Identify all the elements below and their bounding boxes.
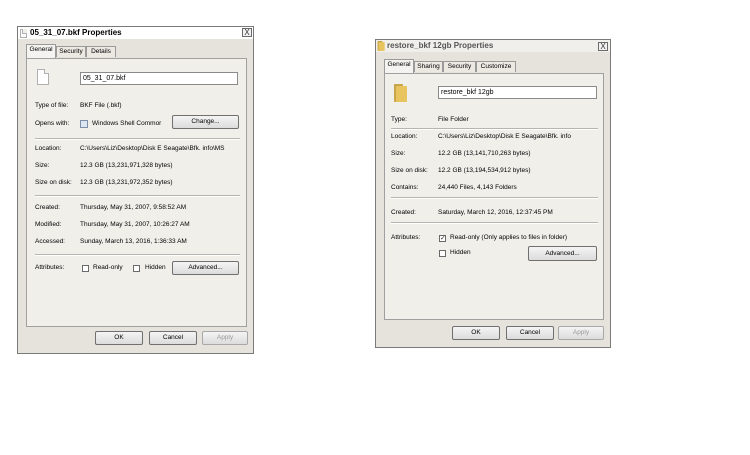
right-window-title: restore_bkf 12gb Properties <box>387 41 494 50</box>
right-tab-strip: General Sharing Security Customize <box>384 59 604 73</box>
left-window-title: 05_31_07.bkf Properties <box>30 28 122 37</box>
apply-button[interactable]: Apply <box>202 331 248 345</box>
title-folder-icon <box>377 41 385 51</box>
accessed-label: Accessed: <box>35 238 65 245</box>
advanced-button[interactable]: Advanced... <box>172 261 239 275</box>
size-on-disk-value: 12.3 GB (13,231,972,352 bytes) <box>80 179 173 186</box>
attributes-label: Attributes: <box>391 234 421 241</box>
foldername-field[interactable]: restore_bkf 12gb <box>438 86 597 99</box>
size-on-disk-label: Size on disk: <box>35 179 72 186</box>
title-file-icon <box>20 29 27 38</box>
readonly-label[interactable]: Read-only <box>93 264 123 271</box>
accessed-value: Sunday, March 13, 2016, 1:36:33 AM <box>80 238 187 245</box>
separator-3 <box>391 222 598 224</box>
separator-1 <box>391 128 598 130</box>
tab-general[interactable]: General <box>384 59 414 73</box>
separator-2 <box>391 197 598 199</box>
right-title-bar[interactable]: restore_bkf 12gb Properties <box>376 40 610 52</box>
ok-button[interactable]: OK <box>95 331 143 345</box>
location-label: Location: <box>35 145 62 152</box>
tab-security[interactable]: Security <box>56 46 86 57</box>
right-properties-dialog: restore_bkf 12gb Properties X General Sh… <box>375 39 611 348</box>
attributes-label: Attributes: <box>35 264 65 271</box>
opens-with-value: Windows Shell Commor <box>92 120 162 127</box>
hidden-label[interactable]: Hidden <box>145 264 166 271</box>
readonly-label[interactable]: Read-only (Only applies to files in fold… <box>450 234 567 241</box>
size-value: 12.2 GB (13,141,710,263 bytes) <box>438 150 531 157</box>
cancel-button[interactable]: Cancel <box>149 331 197 345</box>
advanced-button[interactable]: Advanced... <box>528 246 597 261</box>
separator-1 <box>35 138 240 140</box>
size-on-disk-value: 12.2 GB (13,194,534,912 bytes) <box>438 167 531 174</box>
readonly-checkbox[interactable] <box>82 265 89 272</box>
hidden-checkbox[interactable] <box>439 250 446 257</box>
left-tab-strip: General Security Details <box>26 44 246 58</box>
file-icon <box>37 69 49 85</box>
created-label: Created: <box>391 209 416 216</box>
type-value: BKF File (.bkf) <box>80 102 122 109</box>
created-value: Thursday, May 31, 2007, 9:58:52 AM <box>80 204 187 211</box>
separator-2 <box>35 195 240 197</box>
change-button[interactable]: Change... <box>172 115 239 129</box>
right-close-button[interactable]: X <box>598 42 608 51</box>
apply-button[interactable]: Apply <box>558 326 604 340</box>
tab-customize[interactable]: Customize <box>476 61 516 72</box>
hidden-checkbox[interactable] <box>133 265 140 272</box>
shell-command-icon <box>80 120 88 128</box>
left-properties-dialog: 05_31_07.bkf Properties X General Securi… <box>17 26 254 354</box>
size-on-disk-label: Size on disk: <box>391 167 428 174</box>
contains-value: 24,440 Files, 4,143 Folders <box>438 184 517 191</box>
left-close-button[interactable]: X <box>242 28 252 37</box>
type-value: File Folder <box>438 116 469 123</box>
separator-3 <box>35 254 240 256</box>
cancel-button[interactable]: Cancel <box>506 326 554 340</box>
type-label: Type of file: <box>35 102 69 109</box>
folder-icon <box>393 84 407 102</box>
right-general-panel: restore_bkf 12gb Type: File Folder Locat… <box>384 73 604 320</box>
created-label: Created: <box>35 204 60 211</box>
modified-value: Thursday, May 31, 2007, 10:26:27 AM <box>80 221 190 228</box>
location-value: C:\Users\Liz\Desktop\Disk E Seagate\Bfk.… <box>438 133 571 140</box>
left-title-bar[interactable]: 05_31_07.bkf Properties <box>18 27 253 39</box>
readonly-checkbox[interactable]: ✓ <box>439 235 446 242</box>
location-label: Location: <box>391 133 418 140</box>
opens-with-label: Opens with: <box>35 120 70 127</box>
size-label: Size: <box>391 150 406 157</box>
contains-label: Contains: <box>391 184 419 191</box>
created-value: Saturday, March 12, 2016, 12:37:45 PM <box>438 209 553 216</box>
ok-button[interactable]: OK <box>452 326 500 340</box>
tab-security[interactable]: Security <box>443 61 476 72</box>
modified-label: Modified: <box>35 221 62 228</box>
type-label: Type: <box>391 116 407 123</box>
tab-details[interactable]: Details <box>86 46 116 57</box>
left-general-panel: 05_31_07.bkf Type of file: BKF File (.bk… <box>26 58 247 327</box>
location-value: C:\Users\Liz\Desktop\Disk E Seagate\Bfk.… <box>80 145 225 152</box>
hidden-label[interactable]: Hidden <box>450 249 471 256</box>
tab-general[interactable]: General <box>26 44 56 58</box>
size-value: 12.3 GB (13,231,971,328 bytes) <box>80 162 173 169</box>
size-label: Size: <box>35 162 50 169</box>
filename-field[interactable]: 05_31_07.bkf <box>80 72 238 85</box>
tab-sharing[interactable]: Sharing <box>414 61 443 72</box>
